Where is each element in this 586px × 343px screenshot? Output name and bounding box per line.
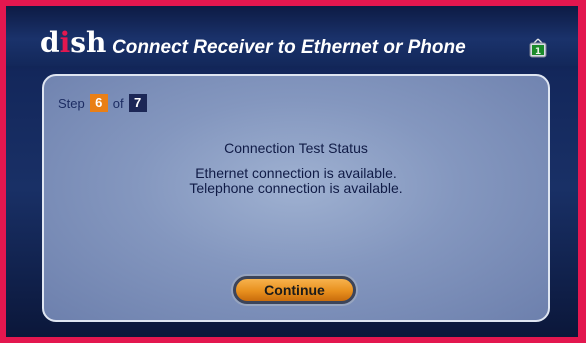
content-panel: Step 6 of 7 Connection Test Status Ether… [42, 74, 550, 322]
page-title: Connect Receiver to Ethernet or Phone [112, 37, 466, 58]
logo-text: dish [40, 26, 107, 59]
continue-button[interactable]: Continue [233, 276, 356, 304]
dish-logo: dish [40, 26, 106, 60]
svg-text:1: 1 [535, 47, 541, 57]
step-separator: of [112, 95, 124, 111]
current-step-badge: 6 [89, 94, 108, 112]
telephone-status-text: Telephone connection is available. [189, 180, 403, 196]
step-indicator: Step 6 of 7 [58, 94, 147, 112]
status-heading: Connection Test Status [224, 140, 368, 156]
ethernet-status-text: Ethernet connection is available. [195, 165, 397, 181]
step-prefix: Step [58, 95, 85, 111]
total-steps-badge: 7 [128, 94, 147, 112]
logo-dot: i [59, 26, 71, 59]
header-bar: dish Connect Receiver to Ethernet or Pho… [6, 6, 578, 66]
tv-icon: 1 [529, 38, 547, 58]
screen: dish Connect Receiver to Ethernet or Pho… [6, 6, 578, 337]
